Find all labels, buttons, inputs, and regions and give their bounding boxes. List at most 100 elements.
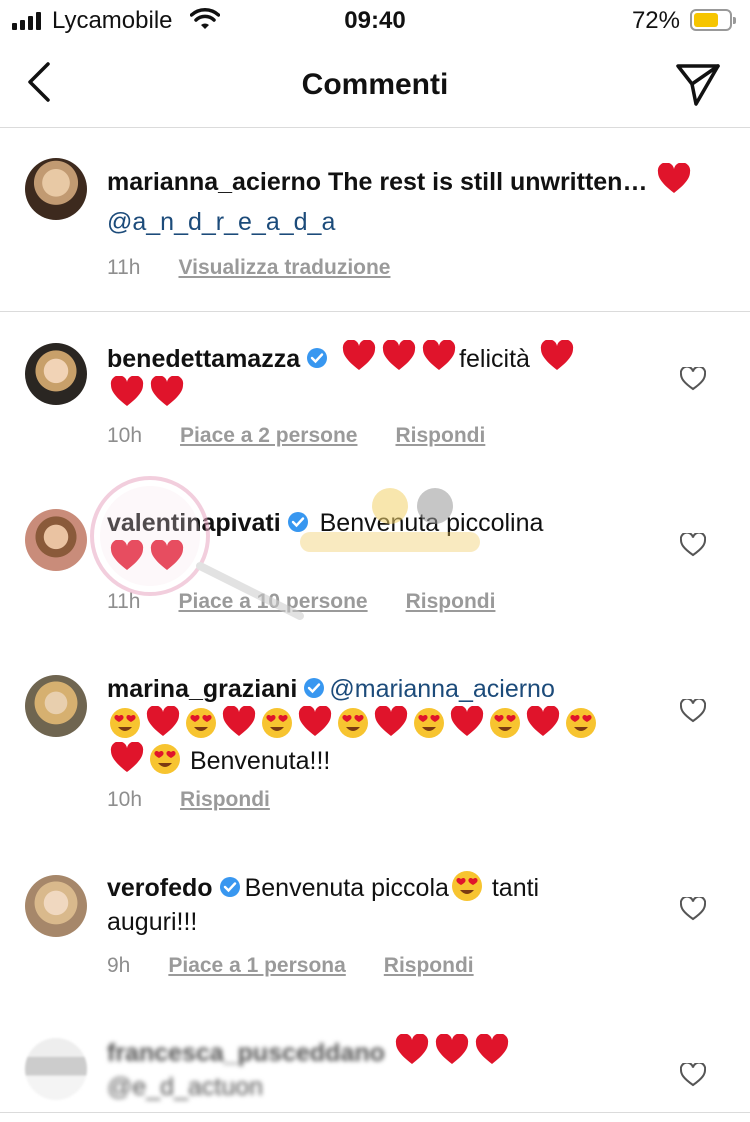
comment-body-line2: auguri!!! — [107, 908, 198, 936]
heart-eyes-emoji-icon — [451, 871, 482, 901]
comment-item: marina_graziani @marianna_acierno Benvenu… — [0, 646, 750, 846]
avatar[interactable] — [25, 158, 87, 220]
verified-badge-icon — [287, 512, 308, 532]
comment-username[interactable]: marina_graziani — [107, 675, 297, 703]
caption-mention[interactable]: @a_n_d_r_e_a_d_a — [107, 205, 335, 239]
comment-time: 10h — [107, 424, 143, 447]
heart-emoji-icon — [222, 706, 256, 736]
reply-button[interactable]: Rispondi — [180, 788, 270, 812]
caption-meta: 11h Visualizza traduzione — [107, 256, 390, 280]
comment-body: felicità — [459, 345, 530, 373]
avatar[interactable] — [25, 1038, 87, 1100]
likes-link[interactable]: Piace a 2 persone — [180, 424, 357, 448]
heart-emoji-icon — [540, 340, 574, 370]
comment-username[interactable]: verofedo — [107, 874, 213, 902]
heart-emoji-icon — [150, 376, 184, 406]
page-title: Commenti — [301, 68, 449, 101]
header: Commenti — [0, 42, 750, 128]
heart-eyes-emoji-icon — [414, 708, 444, 738]
comment-item: benedettamazza felicità 10h Piace a 2 pe… — [0, 312, 750, 472]
caption-body: The rest is still unwritten… — [327, 168, 648, 196]
heart-emoji-icon — [342, 340, 376, 370]
heart-emoji-icon — [374, 706, 408, 736]
likes-link[interactable]: Piace a 1 persona — [168, 954, 345, 978]
heart-emoji-icon — [110, 540, 144, 570]
comment-text: verofedo Benvenuta piccola tanti auguri!!… — [107, 870, 647, 939]
comment-username[interactable]: francesca_pusceddano — [107, 1039, 385, 1067]
caption-time: 11h — [107, 256, 141, 279]
heart-emoji-icon — [526, 706, 560, 736]
verified-badge-icon — [304, 678, 325, 698]
reply-button[interactable]: Rispondi — [395, 424, 485, 448]
comment-text: benedettamazza felicità — [107, 340, 647, 412]
carrier-name: Lycamobile — [52, 7, 173, 34]
comment-mention[interactable]: @marianna_acierno — [329, 675, 555, 703]
battery-icon — [690, 9, 736, 31]
paper-plane-icon[interactable] — [674, 60, 722, 108]
heart-emoji-icon — [298, 706, 332, 736]
comment-body: Benvenuta piccolina — [319, 509, 544, 537]
comment-meta: 9h Piace a 1 persona Rispondi — [107, 954, 474, 978]
heart-eyes-emoji-icon — [110, 708, 140, 738]
heart-eyes-emoji-icon — [338, 708, 368, 738]
reply-button[interactable]: Rispondi — [406, 590, 496, 614]
heart-eyes-emoji-icon — [566, 708, 596, 738]
verified-badge-icon — [307, 348, 328, 368]
avatar[interactable] — [25, 343, 87, 405]
reply-button[interactable]: Rispondi — [384, 954, 474, 978]
status-bar: Lycamobile 09:40 72% — [0, 0, 750, 42]
heart-emoji-icon — [110, 742, 144, 772]
heart-outline-icon[interactable] — [680, 699, 706, 723]
comment-item: verofedo Benvenuta piccola tanti auguri!!… — [0, 846, 750, 1016]
caption-text: marianna_acierno The rest is still unwri… — [107, 163, 727, 199]
avatar[interactable] — [25, 509, 87, 571]
heart-emoji-icon — [450, 706, 484, 736]
comment-body-cont: tanti — [491, 874, 540, 902]
heart-emoji-icon — [150, 540, 184, 570]
heart-outline-icon[interactable] — [680, 533, 706, 557]
comment-time: 11h — [107, 590, 141, 613]
heart-emoji-icon — [395, 1034, 428, 1064]
comment-username[interactable]: valentinapivati — [107, 509, 281, 537]
comment-mention[interactable]: @e_d_actuon — [107, 1073, 263, 1101]
likes-link[interactable]: Piace a 10 persone — [178, 590, 367, 614]
heart-outline-icon[interactable] — [680, 1063, 706, 1087]
comment-item: francesca_pusceddano @e_d_actuon — [0, 1016, 750, 1112]
comment-text: valentinapivati Benvenuta piccolina — [107, 506, 647, 576]
comment-meta: 10h Piace a 2 persone Rispondi — [107, 424, 485, 448]
caption-username[interactable]: marianna_acierno — [107, 168, 321, 196]
heart-eyes-emoji-icon — [262, 708, 292, 738]
comment-time: 10h — [107, 788, 143, 811]
heart-emoji-icon — [422, 340, 456, 370]
heart-emoji-icon — [382, 340, 416, 370]
comment-meta: 10h Rispondi — [107, 788, 270, 812]
signal-icon — [12, 12, 41, 30]
comment-body: Benvenuta!!! — [189, 747, 331, 775]
comment-text: marina_graziani @marianna_acierno Benvenu… — [107, 672, 667, 778]
heart-emoji-icon — [475, 1034, 508, 1064]
comment-text: francesca_pusceddano @e_d_actuon — [107, 1034, 647, 1104]
chevron-left-icon[interactable] — [18, 58, 62, 106]
battery-percent: 72% — [631, 7, 680, 34]
battery-fill — [694, 13, 719, 27]
verified-badge-icon — [219, 877, 240, 897]
emoji-row — [107, 742, 183, 775]
heart-eyes-emoji-icon — [150, 744, 180, 774]
heart-emoji-icon — [146, 706, 180, 736]
heart-eyes-emoji-icon — [490, 708, 520, 738]
heart-emoji-icon — [658, 163, 691, 193]
avatar[interactable] — [25, 675, 87, 737]
comment-item: valentinapivati Benvenuta piccolina 11h … — [0, 480, 750, 640]
post-caption: marianna_acierno The rest is still unwri… — [0, 129, 750, 312]
heart-outline-icon[interactable] — [680, 897, 706, 921]
avatar[interactable] — [25, 875, 87, 937]
translate-link[interactable]: Visualizza traduzione — [178, 256, 390, 280]
heart-emoji-icon — [435, 1034, 468, 1064]
heart-emoji-icon — [110, 376, 144, 406]
heart-outline-icon[interactable] — [680, 367, 706, 391]
comment-meta: 11h Piace a 10 persone Rispondi — [107, 590, 495, 614]
comment-username[interactable]: benedettamazza — [107, 345, 300, 373]
wifi-icon — [190, 8, 220, 29]
emoji-row — [107, 706, 599, 739]
divider — [0, 1112, 750, 1113]
